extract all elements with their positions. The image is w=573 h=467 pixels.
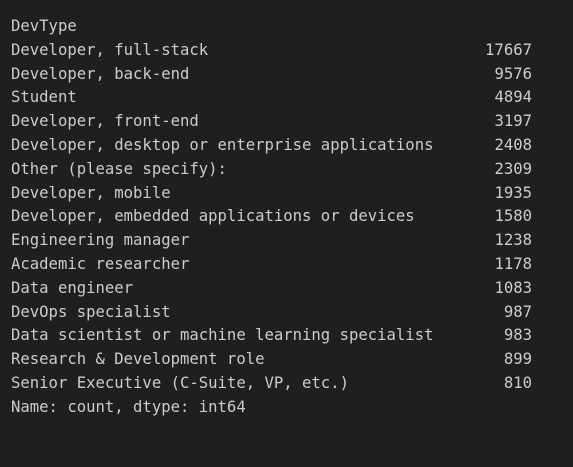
series-row: Data engineer 1083 (11, 277, 573, 301)
series-row: DevOps specialist 987 (11, 301, 573, 325)
series-row: Developer, full-stack 17667 (11, 39, 573, 63)
series-row-count: 4894 (494, 88, 532, 107)
series-row: Academic researcher 1178 (11, 253, 573, 277)
series-row: Engineering manager 1238 (11, 229, 573, 253)
series-row-count: 1238 (494, 231, 532, 250)
series-row: Research & Development role 899 (11, 348, 573, 372)
series-row-count: 17667 (485, 40, 532, 59)
series-row-label: Student (11, 88, 77, 107)
series-row-count: 810 (503, 373, 532, 392)
series-row-count: 1083 (494, 278, 532, 297)
series-row-count: 3197 (494, 112, 532, 131)
series-row-count: 1935 (494, 183, 532, 202)
cell-output: DevType Developer, full-stack 17667 Deve… (0, 0, 573, 422)
series-row: Developer, embedded applications or devi… (11, 205, 573, 229)
series-row-label: Other (please specify): (11, 159, 227, 178)
series-row: Other (please specify): 2309 (11, 158, 573, 182)
series-row-count: 983 (503, 326, 532, 345)
series-row-count: 899 (503, 350, 532, 369)
series-row-count: 1580 (494, 207, 532, 226)
series-row: Senior Executive (C-Suite, VP, etc.) 810 (11, 372, 573, 396)
series-footer: Name: count, dtype: int64 (11, 396, 573, 420)
series-row: Developer, desktop or enterprise applica… (11, 134, 573, 158)
series-row-label: Data engineer (11, 278, 134, 297)
series-row: Developer, front-end 3197 (11, 110, 573, 134)
series-footer-text: Name: count, dtype: int64 (11, 397, 246, 416)
series-row: Data scientist or machine learning speci… (11, 324, 573, 348)
series-row-label: Academic researcher (11, 254, 190, 273)
series-row-count: 2309 (494, 159, 532, 178)
series-row-label: Developer, mobile (11, 183, 171, 202)
series-row: Developer, back-end 9576 (11, 63, 573, 87)
series-row: Student 4894 (11, 86, 573, 110)
series-header: DevType (11, 15, 573, 39)
series-row-label: Research & Development role (11, 350, 265, 369)
series-row-label: Engineering manager (11, 231, 190, 250)
series-row-label: Developer, embedded applications or devi… (11, 207, 415, 226)
series-row-count: 1178 (494, 254, 532, 273)
series-row-count: 9576 (494, 64, 532, 83)
series-row-count: 987 (503, 302, 532, 321)
series-row-label: Developer, front-end (11, 112, 199, 131)
series-header-text: DevType (11, 17, 77, 35)
series-row-label: Data scientist or machine learning speci… (11, 326, 434, 345)
series-row-count: 2408 (494, 135, 532, 154)
series-row-label: DevOps specialist (11, 302, 171, 321)
series-row-label: Developer, full-stack (11, 40, 209, 59)
series-row-label: Senior Executive (C-Suite, VP, etc.) (11, 373, 349, 392)
series-row-label: Developer, back-end (11, 64, 190, 83)
series-row: Developer, mobile 1935 (11, 182, 573, 206)
series-row-label: Developer, desktop or enterprise applica… (11, 135, 434, 154)
